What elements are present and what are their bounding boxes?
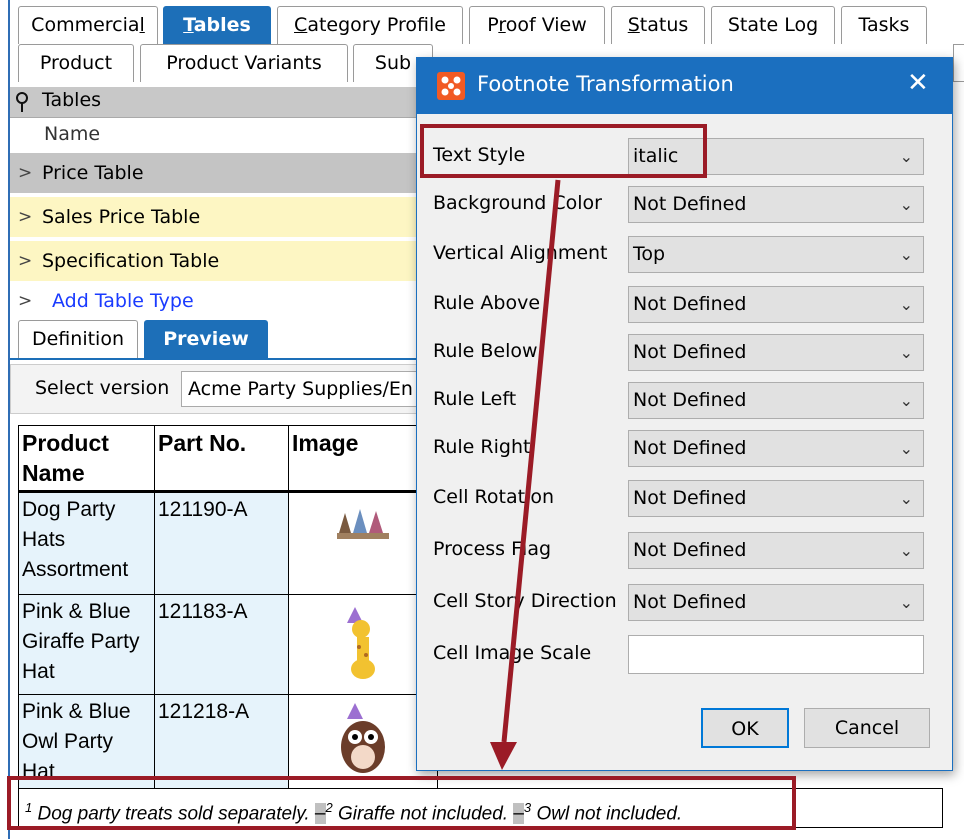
dialog-title: Footnote Transformation xyxy=(477,72,734,96)
chevron-right-icon[interactable]: > xyxy=(18,197,32,237)
field-label: Rule Left xyxy=(433,388,517,410)
version-bar: Select version Acme Party Supplies/En xyxy=(10,364,441,414)
preview-table: Product Name Part No. Image Dog Party Ha… xyxy=(18,425,438,793)
chevron-down-icon: ⌄ xyxy=(899,147,913,166)
vertical-alignment-select[interactable]: Top ⌄ xyxy=(628,236,924,273)
chevron-right-icon[interactable]: > xyxy=(18,241,32,281)
table-type-row[interactable]: > Price Table xyxy=(10,153,430,193)
field-label: Text Style xyxy=(433,144,526,166)
field-label: Cell Rotation xyxy=(433,486,555,508)
chevron-down-icon: ⌄ xyxy=(899,541,913,560)
tab-proof-view[interactable]: Proof View xyxy=(469,6,605,44)
chevron-right-icon[interactable]: > xyxy=(18,285,32,317)
tab-preview[interactable]: Preview xyxy=(144,320,268,358)
footnote-separator: – xyxy=(314,803,326,825)
chevron-down-icon: ⌄ xyxy=(899,391,913,410)
chevron-down-icon: ⌄ xyxy=(899,489,913,508)
cell-story-direction-select[interactable]: Not Defined ⌄ xyxy=(628,584,924,621)
field-label: Cell Story Direction xyxy=(433,590,617,612)
background-color-select[interactable]: Not Defined ⌄ xyxy=(628,186,924,223)
chevron-down-icon: ⌄ xyxy=(899,593,913,612)
tab-tasks[interactable]: Tasks xyxy=(841,6,927,44)
field-label: Vertical Alignment xyxy=(433,242,608,264)
tables-panel-title: Tables xyxy=(42,89,102,111)
chevron-down-icon: ⌄ xyxy=(899,245,913,264)
tab-commercial[interactable]: Commercial xyxy=(18,6,158,44)
chevron-down-icon: ⌄ xyxy=(899,343,913,362)
add-table-type-link[interactable]: Add Table Type xyxy=(52,285,194,317)
footnote-text: Giraffe not included. xyxy=(338,803,509,825)
owl-hat-image xyxy=(341,703,385,773)
dog-hats-image xyxy=(337,509,389,539)
footnote-transformation-dialog: Footnote Transformation ✕ Text Style ita… xyxy=(416,57,953,771)
tab-status[interactable]: Status xyxy=(611,6,705,44)
pin-icon[interactable] xyxy=(14,91,30,118)
cell-image-scale-input[interactable] xyxy=(628,635,924,674)
chevron-down-icon: ⌄ xyxy=(899,439,913,458)
tab-category-profile[interactable]: Category Profile xyxy=(277,6,463,44)
chevron-right-icon[interactable]: > xyxy=(18,153,32,193)
table-row: Dog Party Hats Assortment 121190-A xyxy=(18,490,438,595)
process-flag-select[interactable]: Not Defined ⌄ xyxy=(628,532,924,569)
app-logo-icon xyxy=(437,72,465,105)
column-header: Part No. xyxy=(154,425,289,492)
table-type-row[interactable]: > Sales Price Table xyxy=(10,197,430,237)
field-label: Rule Right xyxy=(433,436,531,458)
rule-below-select[interactable]: Not Defined ⌄ xyxy=(628,334,924,371)
column-name-header: Name xyxy=(44,123,101,145)
tab-product-variants[interactable]: Product Variants xyxy=(140,44,348,82)
tab-state-log[interactable]: State Log xyxy=(711,6,835,44)
ok-button[interactable]: OK xyxy=(701,708,789,748)
chevron-down-icon: ⌄ xyxy=(899,295,913,314)
field-label: Process Flag xyxy=(433,538,552,560)
rule-right-select[interactable]: Not Defined ⌄ xyxy=(628,430,924,467)
add-table-type-row: > Add Table Type xyxy=(10,285,430,317)
rule-left-select[interactable]: Not Defined ⌄ xyxy=(628,382,924,419)
table-row: Pink & Blue Giraffe Party Hat 121183-A xyxy=(18,594,438,695)
tables-panel-header: Tables xyxy=(10,87,430,118)
giraffe-hat-image xyxy=(347,607,375,679)
rule-above-select[interactable]: Not Defined ⌄ xyxy=(628,286,924,323)
cancel-button[interactable]: Cancel xyxy=(804,708,930,748)
column-header: Product Name xyxy=(18,425,155,492)
cell-rotation-select[interactable]: Not Defined ⌄ xyxy=(628,480,924,517)
tab-definition[interactable]: Definition xyxy=(18,320,138,358)
footnote-text: Owl not included. xyxy=(536,803,683,825)
tab-background xyxy=(953,44,964,82)
text-style-select[interactable]: italic ⌄ xyxy=(628,138,924,175)
subtab-baseline xyxy=(10,358,430,360)
chevron-down-icon: ⌄ xyxy=(899,195,913,214)
tab-product[interactable]: Product xyxy=(18,44,134,82)
app-left-border xyxy=(8,0,10,839)
tab-tables[interactable]: Tables xyxy=(163,6,271,44)
field-label: Rule Above xyxy=(433,292,541,314)
version-label: Select version xyxy=(35,377,170,399)
dialog-titlebar[interactable]: Footnote Transformation ✕ xyxy=(417,58,952,114)
footnote-bar: 1 Dog party treats sold separately. –2 G… xyxy=(18,788,943,828)
field-label: Background Color xyxy=(433,192,602,214)
field-label: Rule Below xyxy=(433,340,538,362)
table-row: Pink & Blue Owl Party Hat 121218-A xyxy=(18,694,438,793)
table-type-row[interactable]: > Specification Table xyxy=(10,241,430,281)
footnote-text: Dog party treats sold separately. xyxy=(37,803,310,825)
version-select[interactable]: Acme Party Supplies/En xyxy=(181,371,441,407)
close-icon[interactable]: ✕ xyxy=(907,68,929,98)
field-label: Cell Image Scale xyxy=(433,642,592,664)
footnote-separator: – xyxy=(513,803,524,825)
